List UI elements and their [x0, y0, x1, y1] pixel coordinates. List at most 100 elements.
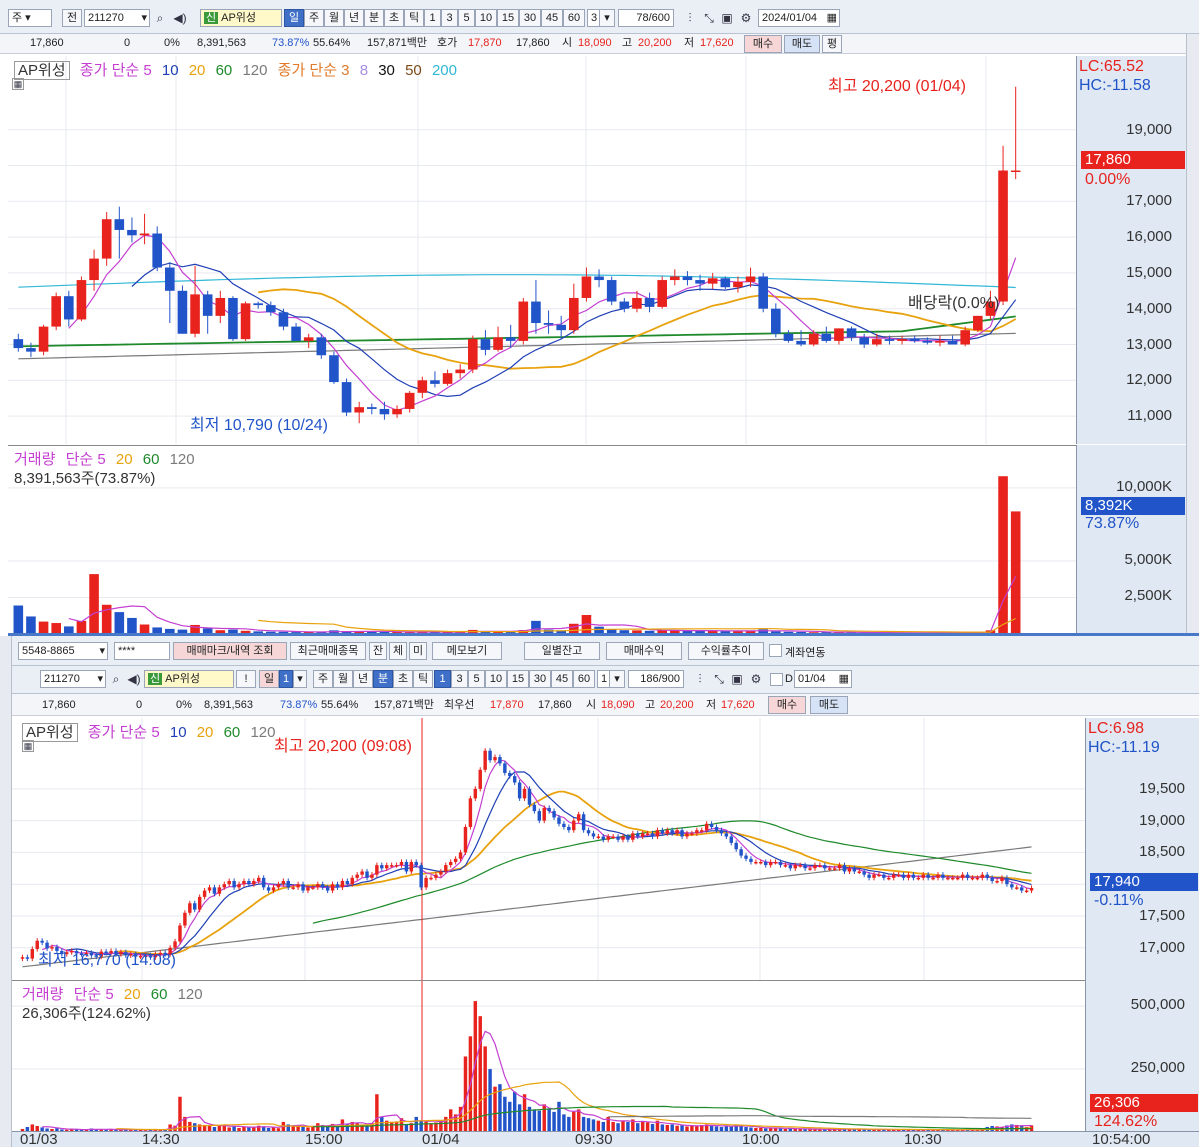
type-select[interactable]: 주 ▾: [8, 9, 52, 27]
bottom-draw-tool-icon[interactable]: ⤡: [711, 671, 727, 687]
legend-vol-ma20: 20: [115, 451, 133, 468]
filled-button[interactable]: 체: [389, 642, 407, 660]
interval-45[interactable]: 45: [541, 9, 563, 27]
count-spin[interactable]: ▾: [599, 9, 615, 27]
d-checkbox[interactable]: [770, 673, 783, 686]
daily-balance-button[interactable]: 일별잔고: [524, 642, 600, 660]
bottom-save-icon[interactable]: ▣: [729, 671, 745, 687]
candle-body: [1029, 888, 1034, 891]
period-day[interactable]: 일: [284, 9, 304, 27]
save-icon[interactable]: ▣: [719, 10, 735, 26]
settings-gear-icon[interactable]: ⚙: [738, 10, 754, 26]
prev-button[interactable]: 전: [62, 9, 82, 27]
interval-1[interactable]: 1: [424, 9, 441, 27]
bottom-day-spin[interactable]: ▾: [293, 670, 307, 688]
candle-body: [13, 339, 24, 349]
top-volume-chart[interactable]: 거래량 단순 5 20 60 120 8,391,563주(73.87%): [8, 445, 1076, 634]
candle-body: [448, 861, 453, 866]
candle-type-icon[interactable]: ⫶: [682, 10, 698, 26]
bottom-period-day[interactable]: 일: [259, 670, 279, 688]
b-quote-vol-ratio: 73.87%: [280, 699, 318, 711]
interval-3[interactable]: 3: [441, 9, 458, 27]
interval-60[interactable]: 60: [563, 9, 585, 27]
stock-name-field[interactable]: 신 AP위성: [200, 9, 282, 27]
speaker-icon[interactable]: ◀): [172, 10, 188, 26]
account-select[interactable]: 5548-8865 ▾: [18, 642, 108, 660]
candle-body: [281, 881, 286, 885]
right-scrollbar-top[interactable]: [1186, 34, 1199, 634]
buy-button[interactable]: 매수: [744, 35, 782, 53]
top-price-chart[interactable]: AP위성 종가 단순 5 10 20 60 120 종가 단순 3 8 30 5…: [8, 56, 1076, 444]
bottom-interval-30[interactable]: 30: [529, 670, 551, 688]
candle-body: [493, 757, 497, 761]
bottom-search-icon[interactable]: ⌕: [108, 671, 124, 687]
candle-body: [947, 340, 958, 345]
bottom-settings-gear-icon[interactable]: ⚙: [748, 671, 764, 687]
bottom-interval-10[interactable]: 10: [485, 670, 507, 688]
alert-button[interactable]: !: [236, 670, 256, 688]
sell-button[interactable]: 매도: [784, 35, 820, 53]
period-week[interactable]: 주: [304, 9, 324, 27]
unfilled-button[interactable]: 미: [409, 642, 427, 660]
bottom-period-week[interactable]: 주: [313, 670, 333, 688]
top-toolbar: 주 ▾ 전 211270 ▾ ⌕ ◀) 신 AP위성 일 주 월 년 분 초 틱 1…: [0, 0, 1199, 34]
candle-body: [335, 884, 340, 888]
bottom-stock-code-input[interactable]: 211270 ▾: [40, 670, 106, 688]
bottom-interval-1[interactable]: 1: [434, 670, 451, 688]
bottom-count-spin[interactable]: ▾: [609, 670, 625, 688]
period-minute[interactable]: 분: [364, 9, 384, 27]
period-second[interactable]: 초: [384, 9, 404, 27]
interval-30[interactable]: 30: [519, 9, 541, 27]
stock-code-input[interactable]: 211270 ▾: [84, 9, 150, 27]
search-icon[interactable]: ⌕: [152, 10, 168, 26]
bottom-period-year[interactable]: 년: [353, 670, 373, 688]
memo-button[interactable]: 메모보기: [432, 642, 502, 660]
interval-15[interactable]: 15: [497, 9, 519, 27]
candle-body: [724, 833, 729, 837]
bottom-interval-45[interactable]: 45: [551, 670, 573, 688]
period-month[interactable]: 월: [324, 9, 344, 27]
candle-body: [985, 874, 989, 878]
bottom-price-chart[interactable]: AP위성 종가 단순 5 10 20 60 120 ▦ 최고 20,200 (0…: [12, 718, 1085, 980]
bottom-calendar-icon[interactable]: ▦: [839, 671, 849, 687]
trade-mark-button[interactable]: 매매마크/내역 조회: [173, 642, 287, 660]
avg-button[interactable]: 평: [822, 35, 842, 53]
bottom-period-minute[interactable]: 분: [373, 670, 393, 688]
recent-trades-button[interactable]: 최근매매종목: [290, 642, 366, 660]
date-input[interactable]: 2024/01/04 ▦: [758, 9, 840, 27]
b-chart-menu-icon[interactable]: ▦: [22, 740, 34, 752]
b-buy-button[interactable]: 매수: [768, 696, 806, 714]
volume-bar: [537, 1110, 542, 1132]
bottom-stock-name-field[interactable]: 신 AP위성: [144, 670, 234, 688]
calendar-icon[interactable]: ▦: [827, 10, 837, 26]
bottom-candle-type-icon[interactable]: ⫶: [692, 671, 708, 687]
candle-body: [252, 881, 256, 885]
bottom-speaker-icon[interactable]: ◀): [126, 671, 142, 687]
candle-body: [911, 874, 916, 878]
bottom-interval-3[interactable]: 3: [451, 670, 468, 688]
bottom-interval-60[interactable]: 60: [573, 670, 595, 688]
account-link-checkbox[interactable]: [769, 644, 782, 657]
interval-5[interactable]: 5: [458, 9, 475, 27]
interval-10[interactable]: 10: [475, 9, 497, 27]
bottom-volume-chart[interactable]: 거래량 단순 5 20 60 120 26,306주(124.62%): [12, 980, 1085, 1132]
draw-tool-icon[interactable]: ⤡: [701, 10, 717, 26]
bottom-interval-15[interactable]: 15: [507, 670, 529, 688]
bottom-period-second[interactable]: 초: [393, 670, 413, 688]
trade-profit-button[interactable]: 매매수익: [606, 642, 682, 660]
top-price-plot: [8, 56, 1076, 444]
b-sell-button[interactable]: 매도: [810, 696, 848, 714]
period-year[interactable]: 년: [344, 9, 364, 27]
password-field[interactable]: ****: [114, 642, 170, 660]
chart-menu-icon[interactable]: ▦: [12, 78, 24, 90]
legend-ma3: 종가 단순 3: [277, 62, 350, 79]
balance-button[interactable]: 잔: [369, 642, 387, 660]
candle-body: [340, 881, 345, 888]
bottom-period-tick[interactable]: 틱: [413, 670, 433, 688]
bottom-day-count[interactable]: 1: [279, 670, 293, 688]
bottom-interval-5[interactable]: 5: [468, 670, 485, 688]
period-tick[interactable]: 틱: [404, 9, 424, 27]
bottom-date-input[interactable]: 01/04 ▦: [794, 670, 852, 688]
profit-trend-button[interactable]: 수익률추이: [688, 642, 764, 660]
bottom-period-month[interactable]: 월: [333, 670, 353, 688]
